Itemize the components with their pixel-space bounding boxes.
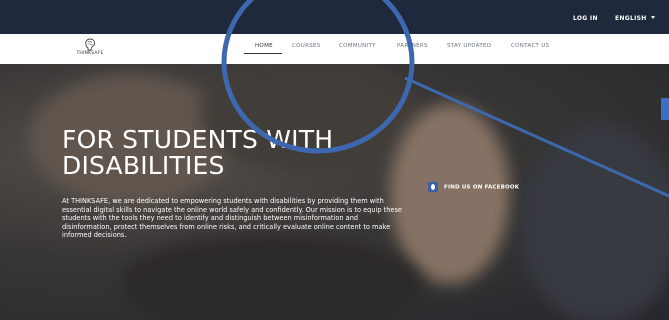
logo-text: THINKSAFE [76,51,104,56]
nav-courses[interactable]: COURSES [292,43,321,49]
nav-community[interactable]: COMMUNITY [339,43,376,49]
hero-overlay [0,64,669,320]
top-bar: LOG IN ENGLISH [0,0,669,34]
brain-logo-icon [85,38,96,51]
hero-title-line-1: FOR STUDENTS WITH [62,125,334,154]
caret-down-icon [650,16,655,19]
language-selector[interactable]: ENGLISH [615,15,655,22]
nav-home[interactable]: HOME [255,43,273,49]
thinksafe-logo[interactable]: THINKSAFE [72,37,108,61]
nav-contact-us[interactable]: CONTACT US [511,43,549,49]
hero-section [0,64,669,320]
hero-description: At THINKSAFE, we are dedicated to empowe… [62,197,402,240]
active-nav-indicator [244,53,282,54]
hero-title-line-2: DISABILITIES [62,151,225,180]
main-navigation: THINKSAFE HOME COURSES COMMUNITY PARTNER… [0,34,669,64]
language-label: ENGLISH [615,15,647,22]
nav-partners[interactable]: PARTNERS [397,43,428,49]
hero-title: FOR STUDENTS WITH DISABILITIES [62,127,333,179]
facebook-link[interactable]: FIND US ON FACEBOOK [428,182,519,192]
facebook-icon [428,182,438,192]
facebook-label: FIND US ON FACEBOOK [444,184,520,191]
side-tab[interactable] [661,98,669,120]
nav-stay-updated[interactable]: STAY UPDATED [447,43,491,49]
login-link[interactable]: LOG IN [573,15,598,22]
